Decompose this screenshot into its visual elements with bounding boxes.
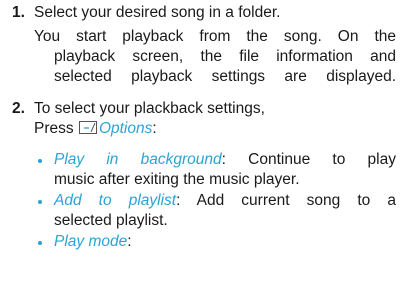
bullet-1-line-2: music after exiting the music player.: [54, 171, 300, 188]
bullet-dot: [38, 241, 42, 245]
bullet-3-term: Play mode: [54, 233, 128, 250]
manual-page: 1. Select your desired song in a folder.…: [0, 0, 407, 284]
step-1-number: 1.: [12, 4, 25, 21]
options-colon: :: [152, 120, 157, 137]
step-2-number: 2.: [12, 100, 25, 117]
bullet-2-term: Add to playlist: [54, 192, 177, 209]
bullet-1-term: Play in background: [54, 151, 222, 168]
bullet-2-desc-1: : Add current song to a: [176, 192, 396, 209]
step-1-line-3: selected playback settings are displayed…: [54, 68, 396, 85]
step-1-line-2: playback screen, the file information an…: [54, 48, 396, 65]
options-label: Options: [98, 120, 153, 137]
bullet-1-desc-1: : Continue to play: [221, 151, 396, 168]
bullet-2-line-2: selected playlist.: [54, 212, 168, 229]
bullet-1-line-1: Play in background: Continue to play: [54, 150, 396, 170]
step-2-press-line: Press Options:: [34, 119, 157, 139]
step-1-title: Select your desired song in a folder.: [34, 4, 281, 21]
bullet-dot: [38, 159, 42, 163]
bullet-dot: [38, 200, 42, 204]
bullet-3-desc-1: :: [127, 233, 132, 250]
right-softkey-icon: [78, 121, 97, 134]
bullet-2-line-1: Add to playlist: Add current song to a: [54, 191, 396, 211]
step-1-line-1: You start playback from the song. On the: [34, 28, 396, 45]
step-2-title: To select your plackback settings,: [34, 100, 265, 117]
press-label: Press: [34, 120, 74, 137]
bullet-3-line-1: Play mode:: [54, 232, 132, 252]
